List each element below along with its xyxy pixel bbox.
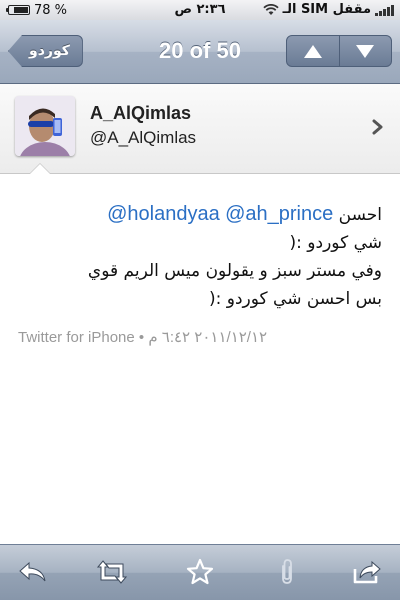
tweet-word: احسن [338,205,382,225]
tweet-line-1: احسن @ah_prince @holandyaa [18,200,382,229]
signal-icon [375,4,394,16]
tweet-line-4: بس احسن شي كوردو :( [209,289,382,309]
share-icon [353,560,381,584]
carrier-label: الـ SIM مقفل [282,2,371,17]
tweet-line-2: شي كوردو :( [289,233,382,253]
status-bar: 78 % ٢:٣٦ ص الـ SIM مقفل [0,0,400,20]
retweet-button[interactable] [95,557,129,587]
user-photo [15,96,75,156]
reply-button[interactable] [16,557,50,587]
navigation-bar: كوردو 20 of 50 [0,20,400,84]
action-toolbar [0,544,400,600]
tweet-text: احسن @ah_prince @holandyaa شي كوردو :( و… [18,200,382,313]
wifi-icon [262,3,279,15]
profile-handle: @A_AlQimlas [90,128,197,147]
previous-tweet-button[interactable] [287,36,339,66]
arrow-down-icon [356,44,375,58]
attach-button[interactable] [270,557,304,587]
favorite-button[interactable] [183,557,217,587]
notch [30,164,50,174]
profile-header[interactable]: A_AlQimlas @A_AlQimlas [0,84,400,174]
profile-name: A_AlQimlas [90,103,192,123]
reply-icon [19,561,46,582]
tweet-source-timestamp: Twitter for iPhone • ٢٠١١/١٢/١٢ ٦:٤٢ م [18,329,268,346]
next-tweet-button[interactable] [338,36,392,66]
mention-link[interactable]: @ah_prince [225,203,333,225]
arrow-up-icon [303,44,322,58]
share-button[interactable] [350,557,384,587]
paperclip-icon [282,559,292,584]
tweet-pager [286,35,392,67]
avatar[interactable] [15,96,75,156]
star-icon [186,558,214,585]
chevron-right-icon [372,119,383,135]
tweet-detail-screen: 78 % ٢:٣٦ ص الـ SIM مقفل كوردو 20 of 50 [0,0,400,600]
back-button[interactable]: كوردو [8,35,83,67]
tweet-line-3: وفي مستر سبز و يقولون ميس الريم قوي [87,261,382,281]
page-title: 20 of 50 [159,38,241,63]
back-button-label: كوردو [29,43,70,59]
carrier-info: الـ SIM مقفل [262,2,394,17]
mention-link[interactable]: @holandyaa [107,203,220,225]
retweet-icon [97,560,127,584]
